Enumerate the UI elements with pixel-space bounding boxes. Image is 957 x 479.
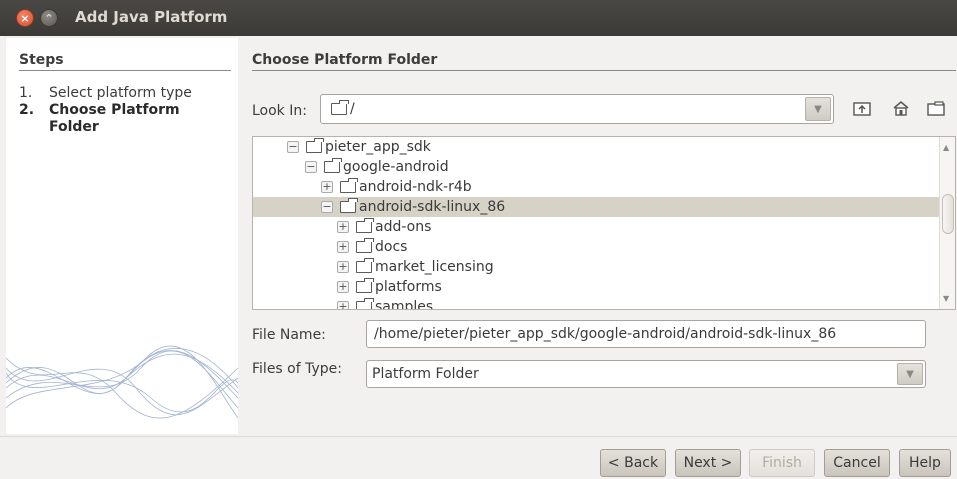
scroll-down-icon[interactable]: ▼: [943, 294, 949, 303]
folder-icon: [356, 258, 374, 273]
scroll-up-icon[interactable]: ▲: [943, 143, 949, 152]
step-label: Choose Platform Folder: [49, 102, 180, 135]
tree-item-label: pieter_app_sdk: [325, 139, 431, 155]
file-name-label: File Name:: [252, 327, 326, 343]
chevron-down-icon[interactable]: ▼: [897, 363, 923, 385]
step-number: 2.: [19, 102, 35, 118]
tree-item-label: docs: [375, 239, 408, 255]
expand-toggle[interactable]: +: [337, 241, 349, 253]
folder-icon: [356, 278, 374, 293]
tree-item[interactable]: + add-ons: [253, 217, 939, 237]
minimize-window-button[interactable]: ⌃: [40, 9, 58, 27]
next-button[interactable]: Next >: [675, 449, 741, 477]
window-title: Add Java Platform: [75, 8, 228, 26]
finish-button[interactable]: Finish: [749, 449, 815, 477]
tree-item-label: android-sdk-linux_86: [359, 199, 506, 215]
look-in-label: Look In:: [252, 103, 307, 119]
expand-toggle[interactable]: +: [321, 181, 333, 193]
tree-item[interactable]: + docs: [253, 237, 939, 257]
folder-icon: [356, 218, 374, 233]
tree-item[interactable]: + android-ndk-r4b: [253, 177, 939, 197]
expand-toggle[interactable]: +: [337, 281, 349, 293]
new-folder-icon[interactable]: [926, 99, 946, 117]
tree-item-label: platforms: [375, 279, 442, 295]
look-in-combo[interactable]: / ▼: [320, 94, 834, 124]
collapse-toggle[interactable]: −: [287, 141, 299, 153]
scrollbar-thumb[interactable]: [942, 194, 954, 234]
collapse-toggle[interactable]: −: [321, 201, 333, 213]
tree-item-selected[interactable]: − android-sdk-linux_86: [253, 197, 939, 217]
tree-item-label: market_licensing: [375, 259, 494, 275]
help-button[interactable]: Help: [899, 449, 951, 477]
folder-icon: [340, 178, 358, 193]
tree-item[interactable]: + market_licensing: [253, 257, 939, 277]
chevron-down-icon[interactable]: ▼: [805, 97, 831, 121]
folder-icon: [324, 158, 342, 173]
back-button[interactable]: < Back: [600, 449, 666, 477]
tree-item-label: android-ndk-r4b: [359, 179, 472, 195]
tree-item-label: google-android: [343, 159, 449, 175]
title-bar: × ⌃ Add Java Platform: [0, 0, 957, 36]
tree-item[interactable]: − pieter_app_sdk: [253, 137, 939, 157]
folder-icon: [331, 100, 349, 115]
steps-list: 1. Select platform type 2. Choose Platfo…: [19, 85, 229, 136]
close-window-button[interactable]: ×: [16, 9, 34, 27]
home-folder-icon[interactable]: [891, 99, 911, 117]
steps-heading: Steps: [19, 52, 231, 71]
platform-folder-icon: [340, 198, 358, 213]
expand-toggle[interactable]: +: [337, 301, 349, 309]
files-of-type-value: Platform Folder: [372, 366, 479, 382]
decorative-wave-graphic: [6, 345, 238, 419]
step-label: Select platform type: [49, 85, 192, 101]
up-folder-icon[interactable]: [852, 99, 872, 117]
tree-item-label: samples: [375, 299, 434, 310]
page-title: Choose Platform Folder: [252, 52, 956, 71]
expand-toggle[interactable]: +: [337, 221, 349, 233]
tree-item[interactable]: + platforms: [253, 277, 939, 297]
step-item: 1. Select platform type: [19, 85, 229, 102]
files-of-type-label: Files of Type:: [252, 361, 342, 377]
tree-item-label: add-ons: [375, 219, 432, 235]
step-item-active: 2. Choose Platform Folder: [19, 102, 229, 136]
tree-item[interactable]: − google-android: [253, 157, 939, 177]
tree-scrollbar[interactable]: ▲ ▼: [939, 137, 955, 309]
file-name-field[interactable]: /home/pieter/pieter_app_sdk/google-andro…: [366, 320, 926, 348]
tree-item[interactable]: + samples: [253, 297, 939, 310]
steps-panel: Steps 1. Select platform type 2. Choose …: [6, 38, 238, 434]
folder-icon: [356, 298, 374, 309]
folder-icon: [306, 138, 324, 153]
files-of-type-select[interactable]: Platform Folder ▼: [366, 360, 926, 388]
cancel-button[interactable]: Cancel: [824, 449, 890, 477]
folder-tree[interactable]: − pieter_app_sdk − google-android + andr…: [252, 136, 956, 310]
step-number: 1.: [19, 85, 33, 101]
look-in-value: /: [350, 101, 355, 117]
expand-toggle[interactable]: +: [337, 261, 349, 273]
folder-icon: [356, 238, 374, 253]
collapse-toggle[interactable]: −: [305, 161, 317, 173]
